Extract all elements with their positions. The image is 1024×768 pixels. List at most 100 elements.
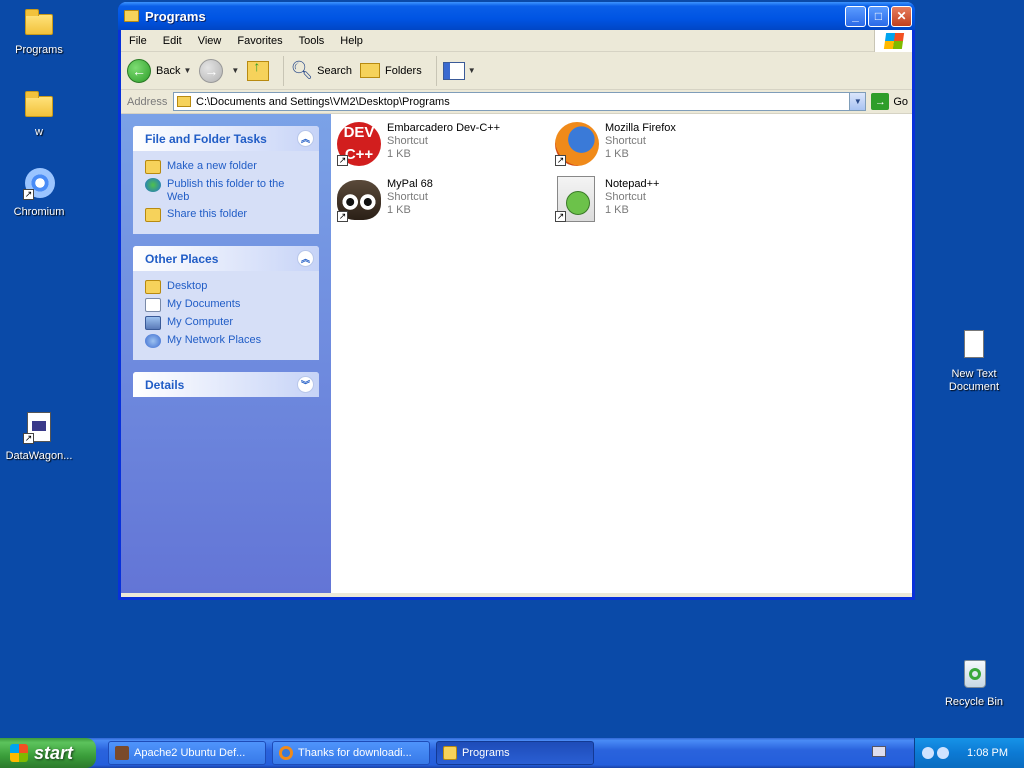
folders-icon [360,63,381,78]
search-button[interactable]: 🔍︎ Search [290,60,352,81]
menu-favorites[interactable]: Favorites [229,35,290,47]
documents-icon [145,298,161,312]
new-folder-icon [145,160,161,174]
folder-icon [23,6,55,38]
chevron-down-icon[interactable]: ▼ [231,66,239,75]
volume-tray-icon[interactable] [937,747,950,759]
expand-icon[interactable]: ︾ [297,376,314,393]
taskbar-button-apache[interactable]: Apache2 Ubuntu Def... [108,741,266,765]
menu-file[interactable]: File [121,35,155,47]
collapse-icon[interactable]: ︽ [297,250,314,267]
windows-flag-icon [10,744,28,762]
mypal-icon: ↗ [335,176,383,224]
menu-bar: File Edit View Favorites Tools Help [121,30,912,52]
minimize-button[interactable]: _ [845,5,866,27]
notepadpp-icon: ↗ [553,176,601,224]
forward-arrow-icon: → [199,58,224,83]
firefox-icon: ↗ [553,120,601,168]
chevron-down-icon[interactable]: ▼ [849,93,866,110]
menu-view[interactable]: View [190,35,230,47]
menu-tools[interactable]: Tools [291,35,333,47]
taskbar-button-label: Thanks for downloadi... [298,747,412,759]
panel-header[interactable]: Details ︾ [133,372,319,397]
place-label: My Documents [167,298,241,310]
text-document-icon [958,330,990,362]
chevron-down-icon[interactable]: ▼ [183,66,191,75]
task-share-folder[interactable]: Share this folder [145,208,309,222]
explorer-window: Programs _ □ ✕ File Edit View Favorites … [118,2,915,600]
place-desktop[interactable]: Desktop [145,280,309,294]
desktop-icon-new-text-document[interactable]: New Text Document [935,330,1013,394]
close-button[interactable]: ✕ [891,5,912,27]
details-panel: Details ︾ [133,372,319,397]
desktop-icon-datawagon[interactable]: ↗ DataWagon... [0,412,78,463]
maximize-button[interactable]: □ [868,5,889,27]
network-tray-icon[interactable] [922,747,935,759]
taskbar-button-label: Apache2 Ubuntu Def... [134,747,246,759]
search-icon: 🔍︎ [290,60,314,80]
up-button[interactable]: ↑ [247,58,270,81]
folders-button[interactable]: Folders [360,63,422,78]
place-my-computer[interactable]: My Computer [145,316,309,330]
search-label: Search [317,64,353,77]
file-item-mypal[interactable]: ↗ MyPal 68 Shortcut 1 KB [335,176,545,224]
desktop-icon-recycle-bin[interactable]: Recycle Bin [935,658,1013,709]
desktop-icon-programs[interactable]: Programs [0,6,78,57]
toolbar-separator [283,55,285,86]
place-my-network[interactable]: My Network Places [145,334,309,348]
task-make-new-folder[interactable]: Make a new folder [145,160,309,174]
views-icon [442,61,465,80]
panel-header[interactable]: Other Places ︽ [133,246,319,271]
share-folder-icon [145,208,161,222]
desktop-icon-label: DataWagon... [5,450,73,462]
go-arrow-icon: → [871,93,890,110]
taskbar-button-firefox[interactable]: Thanks for downloadi... [272,741,430,765]
back-label: Back [156,64,181,77]
file-size: 1 KB [605,148,629,160]
desktop-icon-label: New Text Document [948,368,1000,393]
task-label: Publish this folder to the Web [167,178,285,203]
title-bar[interactable]: Programs _ □ ✕ [118,2,915,30]
desktop-folder-icon [145,280,161,294]
desktop-icon-label: Recycle Bin [944,696,1004,708]
file-size: 1 KB [605,204,629,216]
start-button[interactable]: start [0,738,96,768]
menu-edit[interactable]: Edit [155,35,190,47]
desktop-icon-chromium[interactable]: ↗ Chromium [0,168,78,219]
file-name: Mozilla Firefox [605,122,676,134]
panel-title: Other Places [145,251,219,266]
address-path: C:\Documents and Settings\VM2\Desktop\Pr… [196,95,450,108]
file-folder-tasks-panel: File and Folder Tasks ︽ Make a new folde… [133,126,319,234]
views-button[interactable]: ▼ [442,61,476,80]
toolbar-separator [435,55,437,86]
taskbar: start Apache2 Ubuntu Def... Thanks for d… [0,738,1024,768]
collapse-icon[interactable]: ︽ [297,130,314,147]
file-item-devcpp[interactable]: DEV C++ ↗ Embarcadero Dev-C++ Shortcut 1… [335,120,545,168]
file-item-firefox[interactable]: ↗ Mozilla Firefox Shortcut 1 KB [553,120,763,168]
file-name: Embarcadero Dev-C++ [387,122,501,134]
address-input[interactable]: C:\Documents and Settings\VM2\Desktop\Pr… [173,92,867,111]
clock[interactable]: 1:08 PM [967,747,1008,759]
file-item-notepadpp[interactable]: ↗ Notepad++ Shortcut 1 KB [553,176,763,224]
back-button[interactable]: ← Back ▼ [127,58,191,83]
file-list: DEV C++ ↗ Embarcadero Dev-C++ Shortcut 1… [331,114,912,593]
datawagon-icon: ↗ [23,412,55,444]
task-label: Make a new folder [167,160,257,172]
system-tray: 1:08 PM [914,738,1024,768]
place-my-documents[interactable]: My Documents [145,298,309,312]
apache-icon [115,746,129,760]
forward-button[interactable]: → ▼ [199,58,239,83]
desktop-icon-w[interactable]: w [0,88,78,139]
go-button[interactable]: → Go [871,93,908,110]
desktop-icon-label: Programs [15,44,63,56]
folder-icon [443,746,457,760]
keyboard-icon[interactable] [872,746,886,757]
menu-help[interactable]: Help [332,35,371,47]
task-publish-web[interactable]: Publish this folder to the Web [145,178,309,204]
window-title: Programs [145,8,206,24]
panel-header[interactable]: File and Folder Tasks ︽ [133,126,319,151]
address-label: Address [127,95,168,108]
place-label: Desktop [167,280,208,292]
task-pane: File and Folder Tasks ︽ Make a new folde… [121,114,331,593]
taskbar-button-programs[interactable]: Programs [436,741,594,765]
